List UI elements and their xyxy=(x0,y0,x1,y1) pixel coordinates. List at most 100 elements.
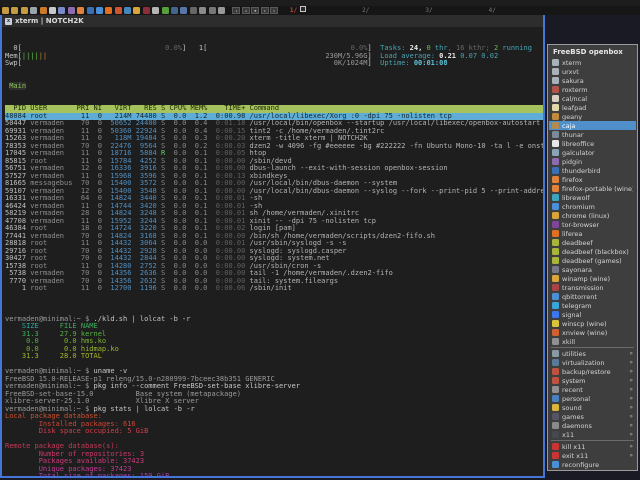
terminal-content[interactable]: 0[ 0.0%] 1[ 0.0%] Tasks: 24, 0 thr, 16 k… xyxy=(2,27,543,476)
menu-item-sayonara[interactable]: sayonara xyxy=(549,265,636,274)
submenu-arrow-icon: » xyxy=(629,422,633,429)
menu-item-label: reconfigure xyxy=(562,461,599,469)
menu-item-games[interactable]: games» xyxy=(549,412,636,421)
dot-icon[interactable] xyxy=(190,7,197,14)
menu-item-caja[interactable]: caja xyxy=(549,121,636,130)
menu-item-thunar[interactable]: thunar xyxy=(549,130,636,139)
display-icon[interactable] xyxy=(30,7,37,14)
globe-red-icon[interactable] xyxy=(115,7,122,14)
menu-item-winscp-wine[interactable]: winscp (wine) xyxy=(549,319,636,328)
menu-item-system[interactable]: system» xyxy=(549,376,636,385)
menu-item-deadbeef-blackbox[interactable]: deadbeef (blackbox) xyxy=(549,247,636,256)
menu-item-xkill[interactable]: xkill xyxy=(549,337,636,346)
menu-item-exit-x11[interactable]: exit x11» xyxy=(549,451,636,460)
menu-item-leafpad[interactable]: leafpad xyxy=(549,103,636,112)
menu-item-label: transmission xyxy=(562,284,604,292)
folder-open-icon[interactable] xyxy=(21,7,28,14)
notes-icon[interactable] xyxy=(49,7,56,14)
menu-item-daemons[interactable]: daemons» xyxy=(549,421,636,430)
menu-item-liferea[interactable]: liferea xyxy=(549,229,636,238)
workspace-3[interactable]: 3/ xyxy=(425,6,432,15)
menu-item-pidgin[interactable]: pidgin xyxy=(549,157,636,166)
chrome-icon[interactable] xyxy=(133,7,140,14)
menu-item-firefox-portable-wine[interactable]: firefox-portable (wine) xyxy=(549,184,636,193)
thunderbird-icon[interactable] xyxy=(87,7,94,14)
deadbeef-icon xyxy=(552,248,559,255)
media-next-button[interactable]: ▸ xyxy=(270,7,278,14)
folder-icon[interactable] xyxy=(11,7,18,14)
menu-item-roxterm[interactable]: roxterm xyxy=(549,85,636,94)
audio-icon[interactable] xyxy=(199,7,206,14)
menu-item-qbittorrent[interactable]: qbittorrent xyxy=(549,292,636,301)
globe-icon[interactable] xyxy=(180,7,187,14)
firefox-icon[interactable] xyxy=(77,7,84,14)
recent-icon xyxy=(552,386,559,393)
menu-item-signal[interactable]: signal xyxy=(549,310,636,319)
menu-item-librewolf[interactable]: librewolf xyxy=(549,193,636,202)
pidgin-icon[interactable] xyxy=(68,7,75,14)
submenu-arrow-icon: » xyxy=(629,395,633,402)
menu-item-deadbeef-games[interactable]: deadbeef (games) xyxy=(549,256,636,265)
firefox-icon xyxy=(552,185,559,192)
folder-icon[interactable] xyxy=(2,7,9,14)
menu-item-personal[interactable]: personal» xyxy=(549,394,636,403)
menu-item-label: geany xyxy=(562,113,582,121)
workspace-2[interactable]: 2/ xyxy=(362,6,369,15)
menu-item-libreoffice[interactable]: libreoffice xyxy=(549,139,636,148)
document-icon[interactable] xyxy=(152,7,159,14)
menu-item-sakura[interactable]: sakura xyxy=(549,76,636,85)
wallet-icon[interactable] xyxy=(171,7,178,14)
xterm-window: x xterm | NOTCH2K 0[ 0.0%] 1[ 0.0%] Task… xyxy=(0,15,545,478)
menu-item-cal-ncal[interactable]: cal/ncal xyxy=(549,94,636,103)
menu-item-deadbeef[interactable]: deadbeef xyxy=(549,238,636,247)
process-row[interactable]: 1 root 11 0 12700 1196 S 0.0 0.0 0:00.06… xyxy=(5,285,543,293)
media-rewind-button[interactable]: ◂ xyxy=(242,7,250,14)
chromium-icon[interactable] xyxy=(96,7,103,14)
lock-icon[interactable] xyxy=(40,7,47,14)
menu-item-label: libreoffice xyxy=(562,140,594,148)
menu-item-thunderbird[interactable]: thunderbird xyxy=(549,166,636,175)
menu-item-transmission[interactable]: transmission xyxy=(549,283,636,292)
menu-item-geany[interactable]: geany xyxy=(549,112,636,121)
mixer-icon[interactable] xyxy=(209,7,216,14)
menu-item-tor-browser[interactable]: tor-browser xyxy=(549,220,636,229)
menu-item-x11[interactable]: x11» xyxy=(549,430,636,439)
grid-icon[interactable] xyxy=(218,7,225,14)
xnview-icon xyxy=(552,329,559,336)
menu-item-galculator[interactable]: galculator xyxy=(549,148,636,157)
rss-icon[interactable] xyxy=(105,7,112,14)
wine-icon[interactable] xyxy=(143,7,150,14)
media-stop-button[interactable]: ▪ xyxy=(251,7,259,14)
globe-blue-icon[interactable] xyxy=(124,7,131,14)
x11-icon xyxy=(552,431,559,438)
menu-item-sound[interactable]: sound» xyxy=(549,403,636,412)
menu-item-label: utilities xyxy=(562,350,586,358)
window-titlebar[interactable]: x xterm | NOTCH2K xyxy=(2,15,543,27)
menu-item-utilities[interactable]: utilities » xyxy=(549,349,636,358)
editor-icon[interactable] xyxy=(58,7,65,14)
menu-item-backup-restore[interactable]: backup/restore» xyxy=(549,367,636,376)
update-icon[interactable] xyxy=(162,7,169,14)
workspace-1[interactable]: 1/ xyxy=(290,6,297,15)
menu-item-telegram[interactable]: telegram xyxy=(549,301,636,310)
workspace-pager: 1/2/3/4/ xyxy=(280,6,496,15)
menu-item-chromium[interactable]: chromium xyxy=(549,202,636,211)
submenu-arrow-icon: » xyxy=(629,452,633,459)
menu-item-chrome-linux[interactable]: chrome (linux) xyxy=(549,211,636,220)
media-prev-button[interactable]: ◂ xyxy=(232,7,240,14)
menu-item-recent[interactable]: recent» xyxy=(549,385,636,394)
menu-item-label: signal xyxy=(562,311,581,319)
menu-item-winamp-wine[interactable]: winamp (wine) xyxy=(549,274,636,283)
kill-icon xyxy=(552,443,559,450)
menu-item-urxvt[interactable]: urxvt xyxy=(549,67,636,76)
media-play-button[interactable]: ▸ xyxy=(261,7,269,14)
menu-item-virtualization[interactable]: virtualization» xyxy=(549,358,636,367)
submenu-arrow-icon: » xyxy=(629,350,633,357)
menu-item-firefox[interactable]: firefox xyxy=(549,175,636,184)
menu-item-kill-x11[interactable]: kill x11» xyxy=(549,442,636,451)
menu-item-reconfigure[interactable]: reconfigure xyxy=(549,460,636,469)
menu-item-xnview-wine[interactable]: xnview (wine) xyxy=(549,328,636,337)
menu-item-xterm[interactable]: xterm xyxy=(549,58,636,67)
menu-item-label: chrome (linux) xyxy=(562,212,609,220)
workspace-4[interactable]: 4/ xyxy=(489,6,496,15)
